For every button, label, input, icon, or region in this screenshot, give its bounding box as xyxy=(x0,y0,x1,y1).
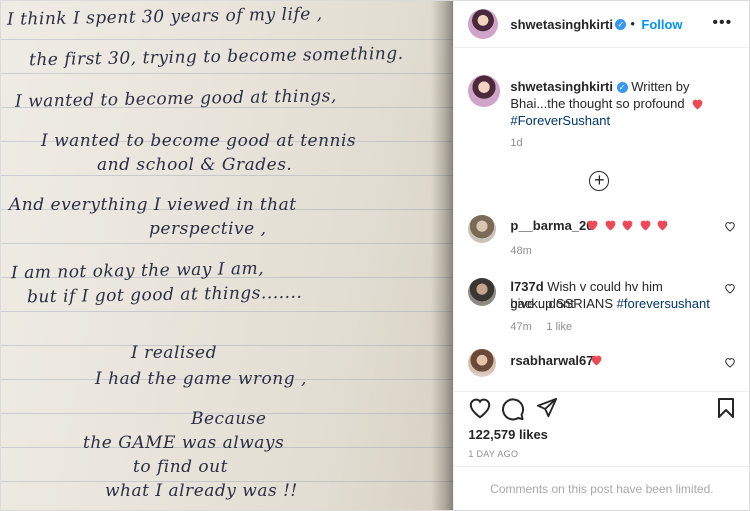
likes-count[interactable]: 122,579 likes xyxy=(468,427,548,442)
handwriting-line: perspective , xyxy=(149,219,267,239)
comment-username[interactable]: rsabharwal67 xyxy=(510,352,593,369)
caption-body: Written by xyxy=(631,79,690,94)
comment-time[interactable]: 47m xyxy=(510,321,531,333)
header-username[interactable]: shwetasinghkirti xyxy=(510,17,613,32)
ruled-line xyxy=(1,175,454,176)
comment-likes[interactable]: 1 like xyxy=(546,321,572,333)
ruled-line xyxy=(1,311,454,312)
caption-body-2: Bhai...the thought so profound xyxy=(510,96,685,111)
comment-username[interactable]: p__barma_20 xyxy=(510,217,593,234)
like-heart-icon[interactable] xyxy=(468,397,492,419)
handwriting-line: and school & Grades. xyxy=(97,155,293,175)
comment-time[interactable]: 48m xyxy=(510,245,531,257)
ruled-line xyxy=(1,345,454,346)
handwriting-line: I realised xyxy=(131,343,217,363)
ruled-line xyxy=(1,73,454,74)
handwriting-line: the GAME was always xyxy=(83,433,285,453)
comment-bubble-icon[interactable] xyxy=(501,397,525,421)
red-heart-emoji-icon xyxy=(692,99,703,110)
comment-body-2: give up SSRIANS xyxy=(510,296,613,311)
handwriting-line: Because xyxy=(191,409,267,429)
red-heart-emoji-icon xyxy=(605,220,616,231)
comment-avatar[interactable] xyxy=(468,278,497,306)
actions-divider xyxy=(454,391,750,392)
more-options-icon[interactable]: ••• xyxy=(712,14,732,32)
post-side-panel: shwetasinghkirti ✓ • Follow ••• shwetasi… xyxy=(453,1,750,511)
comment-username[interactable]: l737d xyxy=(510,279,543,294)
verified-icon: ✓ xyxy=(616,82,628,93)
ruled-line xyxy=(1,243,454,244)
handwriting-line: And everything I viewed in that xyxy=(9,195,297,215)
handwriting-line: to find out xyxy=(133,457,228,477)
load-more-comments-icon[interactable]: + xyxy=(589,171,610,191)
caption-username[interactable]: shwetasinghkirti xyxy=(510,79,613,94)
red-heart-emoji-icon xyxy=(588,220,598,231)
comment-avatar[interactable] xyxy=(468,215,497,243)
comment-text-line2: give up SSRIANS #foreversushant xyxy=(510,295,709,312)
handwriting-line: I had the game wrong , xyxy=(95,369,307,389)
comments-limited-notice: Comments on this post have been limited. xyxy=(454,466,750,511)
red-heart-emoji-icon xyxy=(622,220,633,231)
handwriting-line: I wanted to become good at tennis xyxy=(41,131,357,151)
instagram-post: I think I spent 30 years of my life , th… xyxy=(0,0,750,511)
handwriting-line: what I already was !! xyxy=(105,481,298,501)
follow-button[interactable]: Follow xyxy=(641,17,682,32)
caption-text-line2: Bhai...the thought so profound xyxy=(510,95,704,112)
red-heart-emoji-icon xyxy=(657,220,668,231)
comment-hearts xyxy=(586,218,669,236)
bookmark-save-icon[interactable] xyxy=(717,397,735,419)
comment-hashtag[interactable]: #foreversushant xyxy=(617,296,710,311)
post-header: shwetasinghkirti ✓ • Follow ••• xyxy=(454,1,750,48)
caption-hashtag[interactable]: #ForeverSushant xyxy=(510,112,610,129)
comment-like-heart-icon[interactable] xyxy=(724,221,736,232)
comment-like-heart-icon[interactable] xyxy=(724,283,736,294)
caption-avatar[interactable] xyxy=(468,75,501,107)
share-plane-icon[interactable] xyxy=(536,397,558,419)
ruled-line xyxy=(1,39,454,40)
red-heart-emoji-icon xyxy=(640,220,651,231)
page-edge-shadow xyxy=(431,1,454,510)
comments-scroll-fade xyxy=(454,371,750,391)
avatar[interactable] xyxy=(468,9,499,39)
posted-time[interactable]: 1 DAY AGO xyxy=(468,449,518,459)
post-photo[interactable]: I think I spent 30 years of my life , th… xyxy=(1,1,454,510)
red-heart-emoji-icon xyxy=(592,355,602,366)
caption-text: shwetasinghkirti ✓ Written by xyxy=(510,78,742,95)
comment-like-heart-icon[interactable] xyxy=(724,357,736,368)
verified-icon: ✓ xyxy=(615,19,627,30)
caption-time[interactable]: 1d xyxy=(510,137,522,149)
separator-dot: • xyxy=(630,16,635,31)
